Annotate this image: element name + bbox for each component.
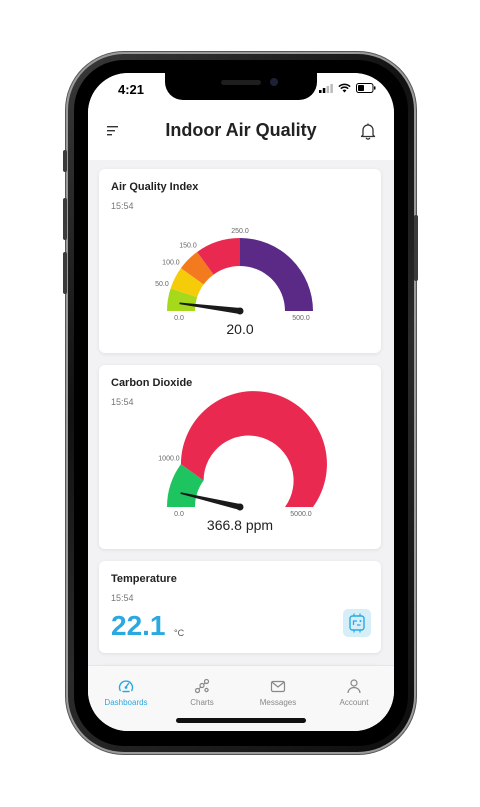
- gauge-value: 366.8 ppm: [206, 517, 274, 533]
- chip-icon: [349, 613, 365, 633]
- battery-icon: [356, 83, 376, 93]
- nav-label: Dashboards: [104, 698, 148, 707]
- nav-account[interactable]: Account: [316, 678, 392, 707]
- app-header: Indoor Air Quality: [88, 105, 394, 160]
- gauge-tick-label: 250.0: [231, 228, 249, 235]
- gauge-tick-label: 1000.0: [158, 456, 180, 463]
- gauge-tick-label: 50.0: [155, 281, 169, 288]
- volume-up-button: [63, 198, 67, 240]
- aqi-card[interactable]: Air Quality Index 15:54 0.0 50.0 100.0 150.…: [99, 169, 381, 353]
- dashboard-icon: [118, 680, 134, 693]
- co2-card[interactable]: Carbon Dioxide 15:54 0.0 1000.0 5000.0 366…: [99, 365, 381, 549]
- gauge-needle-hub: [236, 307, 244, 315]
- notch: [165, 73, 317, 100]
- card-title: Temperature: [111, 573, 177, 585]
- gauge-band-1: [180, 391, 327, 507]
- power-button: [414, 215, 418, 281]
- earpiece-speaker: [221, 80, 261, 85]
- nav-dashboards[interactable]: Dashboards: [88, 678, 164, 707]
- gauge-value: 20.0: [226, 321, 254, 337]
- charts-icon: [194, 678, 210, 694]
- gauge-tick-label: 150.0: [179, 243, 197, 250]
- gauge-tick-label: 100.0: [162, 260, 180, 267]
- account-icon: [347, 679, 361, 694]
- page-title: Indoor Air Quality: [165, 120, 317, 140]
- temperature-value: 22.1: [111, 610, 166, 641]
- nav-label: Messages: [259, 698, 297, 707]
- temperature-unit: °C: [174, 628, 185, 638]
- status-icons: [319, 83, 376, 93]
- gauge-band-4: [240, 238, 313, 311]
- home-indicator: [176, 718, 306, 723]
- sensor-icon[interactable]: [343, 609, 371, 637]
- volume-down-button: [63, 252, 67, 294]
- nav-messages[interactable]: Messages: [240, 678, 316, 707]
- nav-charts[interactable]: Charts: [164, 678, 240, 707]
- mute-switch: [63, 150, 67, 172]
- nav-label: Account: [339, 698, 369, 707]
- front-camera: [270, 78, 278, 86]
- gauge-needle-hub: [236, 503, 244, 511]
- screen: 4:21 Indoor Air Quality Air Quality Inde…: [88, 73, 394, 731]
- card-timestamp: 15:54: [111, 593, 134, 603]
- wifi-icon: [338, 83, 351, 93]
- signal-icon: [319, 83, 333, 93]
- bell-icon[interactable]: [360, 122, 376, 140]
- temperature-card[interactable]: Temperature 15:54 22.1 °C: [99, 561, 381, 653]
- nav-label: Charts: [190, 698, 214, 707]
- messages-icon: [270, 680, 286, 693]
- status-time: 4:21: [118, 82, 145, 97]
